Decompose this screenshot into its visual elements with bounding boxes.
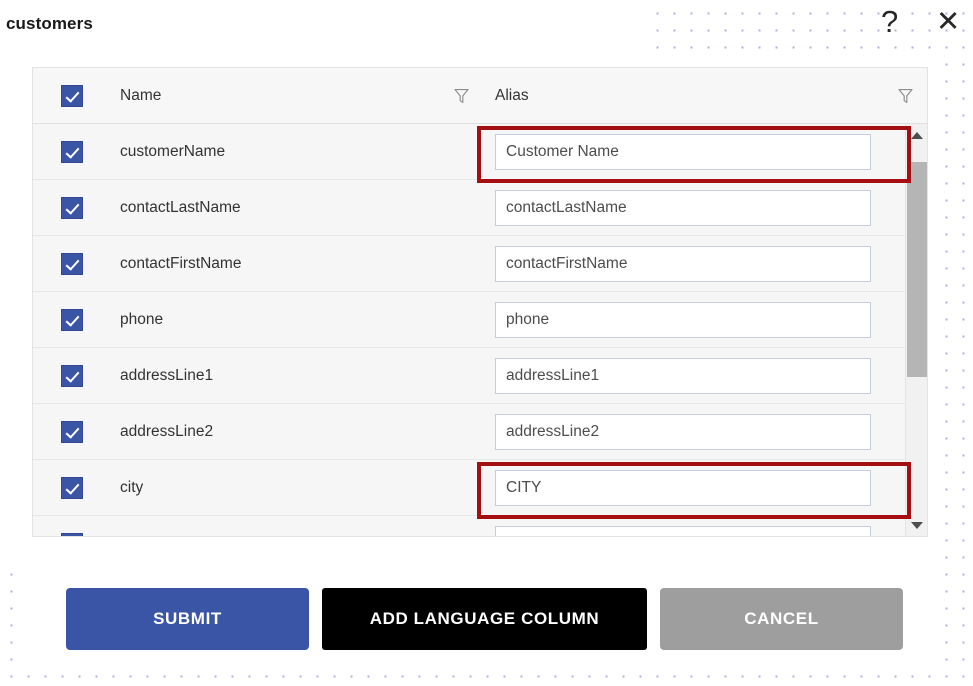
row-checkbox-cell <box>33 252 111 275</box>
alias-input[interactable] <box>495 301 871 338</box>
row-checkbox-cell <box>33 364 111 387</box>
submit-button[interactable]: SUBMIT <box>66 588 309 650</box>
table-row: contactFirstName <box>33 236 927 292</box>
alias-input[interactable] <box>495 469 871 506</box>
table-row: customerName <box>33 124 927 180</box>
table-row: contactLastName <box>33 180 927 236</box>
row-checkbox-cell <box>33 140 111 163</box>
table-row <box>33 516 927 536</box>
table-row: phone <box>33 292 927 348</box>
table-row: addressLine2 <box>33 404 927 460</box>
column-name-label: addressLine2 <box>120 422 214 440</box>
alias-cell <box>483 357 883 394</box>
funnel-icon[interactable] <box>453 88 469 104</box>
table-row: city <box>33 460 927 516</box>
row-checkbox-cell <box>33 308 111 331</box>
column-name-label: contactLastName <box>120 198 241 216</box>
row-select-checkbox[interactable] <box>61 364 83 387</box>
select-all-checkbox[interactable] <box>61 84 83 107</box>
cancel-button[interactable]: CANCEL <box>660 588 903 650</box>
left-edge-background <box>0 52 10 440</box>
column-name-label: city <box>120 478 144 496</box>
row-checkbox-cell <box>33 420 111 443</box>
grid-header-row: Name Alias <box>33 68 927 124</box>
alias-input[interactable] <box>495 525 871 536</box>
funnel-icon[interactable] <box>897 88 913 104</box>
alias-filter-cell <box>883 88 927 104</box>
alias-input[interactable] <box>495 413 871 450</box>
column-header-alias: Alias <box>495 86 529 104</box>
help-icon[interactable]: ? <box>881 6 898 37</box>
alias-input[interactable] <box>495 245 871 282</box>
column-alias-grid: Name Alias customerName contactLastName <box>32 67 928 537</box>
row-select-checkbox[interactable] <box>61 420 83 443</box>
alias-cell <box>483 413 883 450</box>
alias-input[interactable] <box>495 133 871 170</box>
alias-cell <box>483 245 883 282</box>
row-select-checkbox[interactable] <box>61 308 83 331</box>
alias-input[interactable] <box>495 189 871 226</box>
dialog-button-bar: SUBMIT ADD LANGUAGE COLUMN CANCEL <box>0 588 973 650</box>
table-row: addressLine1 <box>33 348 927 404</box>
row-checkbox-cell <box>33 476 111 499</box>
row-checkbox-cell <box>33 532 111 536</box>
scrollbar-thumb[interactable] <box>907 162 927 377</box>
alias-input[interactable] <box>495 357 871 394</box>
alias-cell <box>483 133 883 170</box>
column-name-label: customerName <box>120 142 226 160</box>
row-select-checkbox[interactable] <box>61 532 83 536</box>
grid-vertical-scrollbar[interactable] <box>905 124 927 536</box>
alias-cell <box>483 469 883 506</box>
row-select-checkbox[interactable] <box>61 252 83 275</box>
scroll-down-icon[interactable] <box>906 514 927 536</box>
row-select-checkbox[interactable] <box>61 140 83 163</box>
alias-cell <box>483 525 883 536</box>
row-checkbox-cell <box>33 196 111 219</box>
column-name-label: phone <box>120 310 164 328</box>
alias-cell <box>483 189 883 226</box>
name-filter-cell <box>439 88 483 104</box>
column-name-label: contactFirstName <box>120 254 242 272</box>
close-icon[interactable]: ✕ <box>936 8 960 37</box>
column-header-name: Name <box>120 86 162 104</box>
add-language-column-button[interactable]: ADD LANGUAGE COLUMN <box>322 588 647 650</box>
header-checkbox-cell <box>33 84 111 107</box>
scroll-up-icon[interactable] <box>906 124 927 146</box>
title-area-background <box>0 0 650 52</box>
row-select-checkbox[interactable] <box>61 196 83 219</box>
alias-cell <box>483 301 883 338</box>
page-title: customers <box>6 14 93 33</box>
column-name-label: addressLine1 <box>120 366 214 384</box>
row-select-checkbox[interactable] <box>61 476 83 499</box>
